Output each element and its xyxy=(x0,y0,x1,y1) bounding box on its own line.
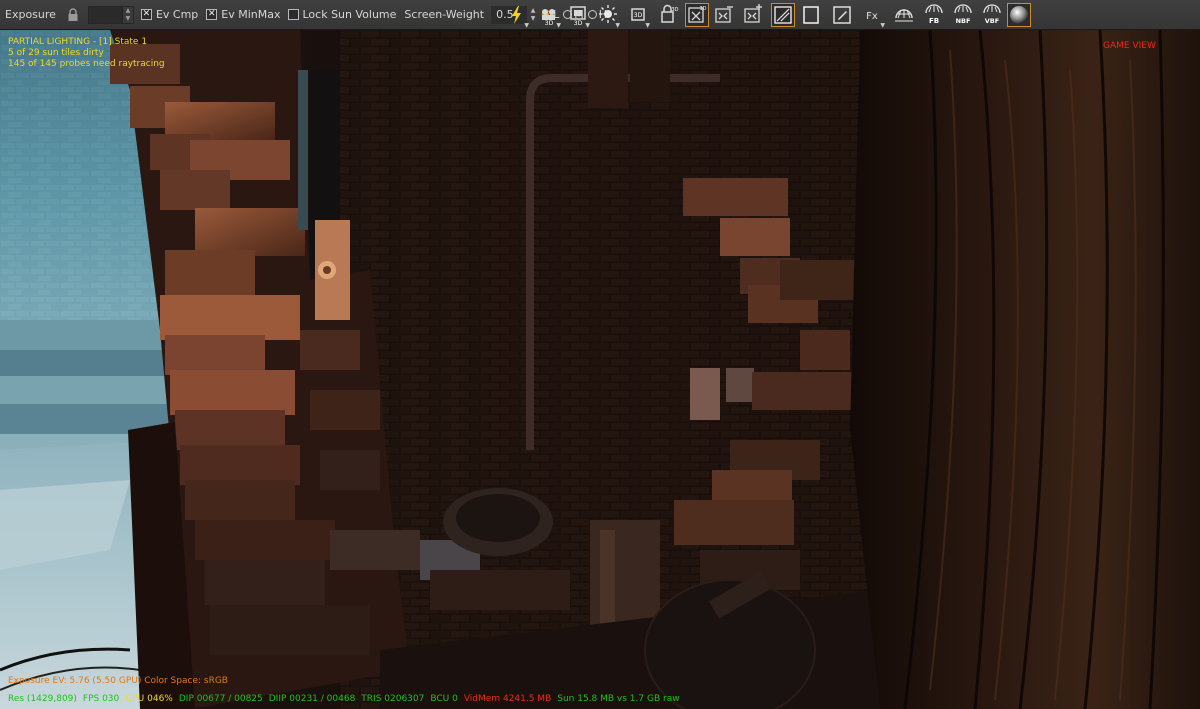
exposure-readout: Exposure EV: 5.76 (5.50 GPU) Color Space… xyxy=(8,676,228,686)
nbf-label: NBF xyxy=(956,17,971,25)
bake-3d-icon: 3D xyxy=(688,6,707,23)
nbf-button[interactable]: NBF xyxy=(951,3,975,27)
bake-3d-label: 3D xyxy=(699,6,706,12)
expand-button[interactable] xyxy=(741,3,765,27)
exposure-label: Exposure xyxy=(5,8,56,21)
ev-cmp-checkbox[interactable]: ✕ Ev Cmp xyxy=(140,8,199,21)
lock-3d-button[interactable]: 3D xyxy=(656,3,680,27)
fx-button[interactable]: Fx ▼ xyxy=(861,3,885,29)
camera-3d-label: 3D xyxy=(545,20,554,26)
vbf-label: VBF xyxy=(985,17,999,25)
dropdown-icon: ▼ xyxy=(585,22,590,29)
bake-3d-button[interactable]: 3D xyxy=(685,3,709,27)
cube-3d-label: 3D xyxy=(634,12,643,19)
fb-button[interactable]: FB xyxy=(922,3,946,27)
stat-item: FPS 030 xyxy=(82,694,120,704)
frame-button[interactable] xyxy=(771,3,795,27)
ev-cmp-check-box[interactable]: ✕ xyxy=(140,9,152,20)
editor-window: Exposure ▲ ▼ ✕ Ev Cmp ✕ Ev MinMax Lock S… xyxy=(0,0,1200,709)
sun-button[interactable]: ▼ xyxy=(596,3,620,29)
camera-3d-button[interactable]: 3D ▼ xyxy=(537,3,561,29)
dropdown-icon: ▼ xyxy=(645,22,650,29)
stepper-up-icon[interactable]: ▲ xyxy=(529,7,537,15)
globe-grid-button[interactable] xyxy=(892,3,916,27)
stat-item: DIIP 00231 / 00468 xyxy=(268,694,356,704)
exposure-value-field[interactable] xyxy=(89,7,122,23)
sphere-icon xyxy=(1010,6,1028,24)
vbf-icon: VBF xyxy=(983,4,1001,25)
lock-3d-label: 3D xyxy=(671,7,678,13)
exposure-spinner-arrows[interactable]: ▲ ▼ xyxy=(121,6,133,23)
scene-render xyxy=(0,30,1200,709)
lighting-info: PARTIAL LIGHTING - [1] State 1 5 of 29 s… xyxy=(8,37,165,70)
spin-up-icon[interactable]: ▲ xyxy=(123,7,133,15)
nbf-icon: NBF xyxy=(954,4,972,25)
stats-bar: Res (1429,809) FPS 030 GPU 046% DIP 00677 /… xyxy=(8,694,686,705)
ev-minmax-label: Ev MinMax xyxy=(221,8,281,21)
game-viewport[interactable]: PARTIAL LIGHTING - [1] State 1 5 of 29 s… xyxy=(0,30,1200,709)
exposure-spinner[interactable]: ▲ ▼ xyxy=(87,5,134,24)
spin-down-icon[interactable]: ▼ xyxy=(123,15,133,23)
dropdown-icon: ▼ xyxy=(556,22,561,29)
edit-icon xyxy=(833,6,851,24)
game-view-label: GAME VIEW xyxy=(1103,41,1156,51)
edit-button[interactable] xyxy=(830,3,854,27)
collapse-button[interactable] xyxy=(712,3,736,27)
fb-icon: FB xyxy=(925,4,943,25)
collapse-icon xyxy=(715,6,733,23)
render-3d-label: 3D xyxy=(574,20,583,26)
ev-minmax-checkbox[interactable]: ✕ Ev MinMax xyxy=(206,8,281,21)
vbf-button[interactable]: VBF xyxy=(980,3,1004,27)
dropdown-icon: ▼ xyxy=(615,22,620,29)
stepper-down-icon[interactable]: ▼ xyxy=(529,15,537,23)
screen-weight-label: Screen-Weight xyxy=(404,8,485,21)
globe-grid-icon xyxy=(895,9,913,22)
sphere-button[interactable] xyxy=(1007,3,1031,27)
stat-item: TRIS 0206307 xyxy=(361,694,425,704)
lock-sun-volume-checkbox[interactable]: Lock Sun Volume xyxy=(287,8,397,21)
stat-item: GPU 046% xyxy=(125,694,173,704)
lock-3d-icon: 3D xyxy=(661,4,679,23)
expand-icon xyxy=(744,4,762,23)
screen-weight-stepper[interactable]: ▲ ▼ xyxy=(529,7,537,23)
ev-minmax-check-box[interactable]: ✕ xyxy=(206,9,218,20)
square-button[interactable] xyxy=(799,3,823,27)
lightning-button[interactable]: ▼ xyxy=(505,3,529,29)
render-3d-button[interactable]: 3D ▼ xyxy=(566,3,590,29)
stat-item: BCU 0 xyxy=(430,694,458,704)
lighting-state-line: PARTIAL LIGHTING - [1] State 1 xyxy=(8,37,148,47)
square-icon xyxy=(803,6,819,24)
lock-sun-volume-check-box[interactable] xyxy=(287,9,299,20)
exposure-lock-button[interactable] xyxy=(64,6,82,24)
ev-cmp-label: Ev Cmp xyxy=(155,8,199,21)
cube-3d-button[interactable]: 3D ▼ xyxy=(626,3,650,29)
probes-line: 145 of 145 probes need raytracing xyxy=(8,59,165,69)
stat-item: Res (1429,809) xyxy=(8,694,77,704)
lock-sun-volume-label: Lock Sun Volume xyxy=(302,8,397,21)
lock-icon xyxy=(68,7,78,21)
frame-icon xyxy=(774,6,792,24)
dropdown-icon: ▼ xyxy=(880,22,885,29)
viewport-toolbar: Exposure ▲ ▼ ✕ Ev Cmp ✕ Ev MinMax Lock S… xyxy=(0,0,1200,30)
stat-item: DIP 00677 / 00825 xyxy=(178,694,263,704)
fb-label: FB xyxy=(929,17,939,25)
sun-tiles-line: 5 of 29 sun tiles dirty xyxy=(8,48,104,58)
fx-label: Fx xyxy=(866,11,878,22)
dropdown-icon: ▼ xyxy=(524,22,529,29)
stat-item: Sun 15.8 MB vs 1.7 GB raw xyxy=(557,694,680,704)
stat-item: VidMem 4241.5 MB xyxy=(463,694,552,704)
